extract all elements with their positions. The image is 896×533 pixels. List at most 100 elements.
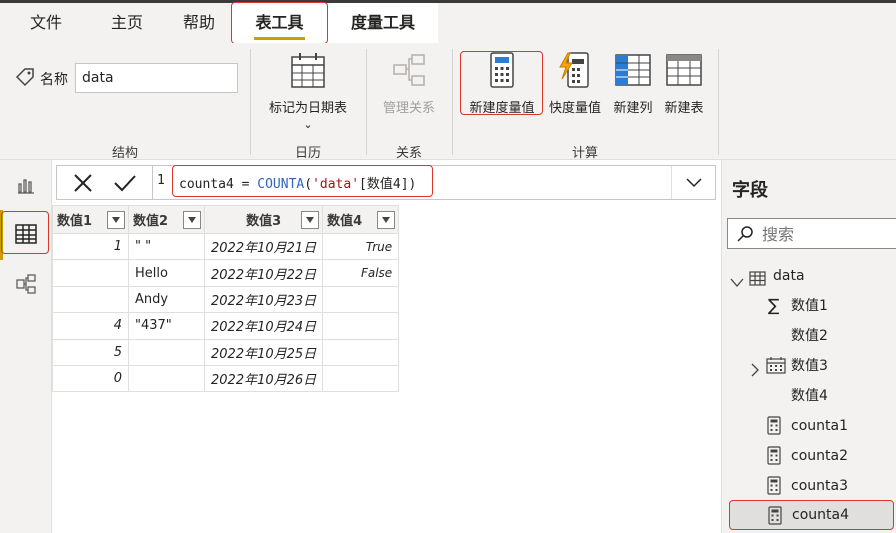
table-cell[interactable]: True	[322, 232, 400, 261]
field-label: 数值1	[791, 298, 828, 314]
filter-dropdown-icon[interactable]	[377, 211, 396, 229]
table-cell[interactable]: " "	[128, 232, 205, 261]
formula-editor[interactable]: counta4 = COUNTA('data'[数值4])	[179, 173, 416, 192]
data-table: 数值1 数值2 数值3 数值4 1 " " 2022年10月21日 True H…	[52, 205, 400, 393]
table-cell[interactable]	[52, 285, 129, 314]
model-view-button[interactable]	[6, 264, 46, 304]
table-cell[interactable]	[322, 338, 400, 366]
tag-icon	[14, 67, 36, 93]
tab-help[interactable]: 帮助	[161, 3, 237, 43]
table-cell[interactable]: 0	[52, 364, 129, 393]
mark-as-date-table-label: 标记为日期表	[268, 101, 347, 116]
column-header[interactable]: 数值3	[203, 205, 324, 234]
close-icon	[74, 173, 92, 192]
manage-relationships-button[interactable]: 管理关系	[374, 51, 444, 116]
table-cell[interactable]: 1	[52, 232, 129, 261]
quick-measure-button[interactable]: 快度量值	[543, 51, 607, 116]
table-cell[interactable]	[322, 312, 400, 340]
measure-label: counta2	[791, 448, 848, 464]
table-row: 5 2022年10月25日	[52, 338, 400, 366]
field-item[interactable]: 数值2	[762, 322, 890, 350]
filter-dropdown-icon[interactable]	[301, 211, 320, 229]
formula-line-number: 1	[157, 173, 165, 188]
view-rail	[0, 160, 52, 533]
table-name: data	[773, 268, 805, 284]
table-row: 4 "437" 2022年10月24日	[52, 312, 400, 340]
cancel-formula-button[interactable]	[63, 166, 103, 199]
calculator-icon	[767, 446, 781, 475]
tab-file[interactable]: 文件	[8, 3, 84, 43]
calculator-icon	[462, 51, 542, 93]
table-cell[interactable]	[128, 338, 205, 366]
sigma-icon: ∑	[768, 296, 780, 316]
commit-formula-button[interactable]	[105, 166, 145, 199]
table-cell[interactable]: 2022年10月24日	[203, 312, 324, 340]
new-measure-button[interactable]: 新建度量值	[462, 51, 542, 116]
menu-bar: 文件 主页 帮助 表工具 度量工具	[0, 3, 896, 43]
table-cell[interactable]: 4	[52, 312, 129, 340]
column-header[interactable]: 数值2	[128, 205, 205, 234]
group-label-relations: 关系	[395, 146, 422, 161]
checkmark-icon	[114, 174, 136, 191]
table-cell[interactable]	[52, 259, 129, 287]
quick-measure-label: 快度量值	[548, 101, 601, 116]
column-header[interactable]: 数值4	[322, 205, 400, 234]
formula-equals: =	[233, 177, 258, 192]
table-cell[interactable]: 5	[52, 338, 129, 366]
ribbon-separator	[366, 49, 367, 155]
measure-item[interactable]: counta1	[762, 412, 890, 440]
fields-pane: 字段 data ∑ 数值1 数值2 数值3 数值4 counta1 counta…	[721, 160, 896, 533]
table-cell[interactable]: "437"	[128, 312, 205, 340]
tab-table-tools[interactable]: 表工具	[232, 3, 327, 43]
filter-dropdown-icon[interactable]	[107, 211, 125, 229]
report-view-button[interactable]	[6, 165, 46, 205]
measure-item[interactable]: counta2	[762, 442, 890, 470]
fields-search-input[interactable]	[762, 222, 892, 246]
measure-label: counta4	[792, 507, 849, 523]
expand-formula-button[interactable]	[671, 166, 715, 199]
formula-divider	[152, 166, 153, 199]
active-view-indicator	[0, 210, 3, 260]
field-item[interactable]: ∑ 数值1	[762, 292, 890, 320]
data-view-button[interactable]	[6, 214, 46, 254]
new-column-icon	[608, 51, 658, 93]
table-row: 0 2022年10月26日	[52, 364, 400, 393]
filter-dropdown-icon[interactable]	[183, 211, 201, 229]
formula-function: COUNTA	[257, 177, 305, 192]
table-cell[interactable]: 2022年10月25日	[203, 338, 324, 366]
table-cell[interactable]: Hello	[128, 259, 205, 287]
table-name-input[interactable]	[75, 63, 238, 93]
table-cell[interactable]: 2022年10月26日	[203, 364, 324, 393]
new-table-button[interactable]: 新建表	[659, 51, 709, 116]
manage-relationships-label: 管理关系	[382, 101, 435, 116]
field-item[interactable]: 数值4	[762, 382, 890, 410]
fields-search[interactable]	[727, 218, 896, 249]
new-column-button[interactable]: 新建列	[608, 51, 658, 116]
ribbon-separator	[718, 49, 719, 155]
calculator-icon	[767, 416, 781, 445]
field-item[interactable]: 数值3	[750, 352, 890, 380]
model-icon	[16, 274, 36, 294]
group-label-calendar: 日历	[294, 146, 321, 161]
formula-open-paren: (	[304, 177, 313, 192]
table-cell[interactable]: 2022年10月22日	[203, 259, 324, 287]
formula-column-ref: [数值4]	[359, 177, 409, 192]
table-cell[interactable]: Andy	[128, 285, 205, 314]
tab-measure-tools[interactable]: 度量工具	[328, 3, 438, 43]
table-grid-icon	[15, 224, 37, 244]
calendar-icon	[766, 356, 786, 384]
table-cell[interactable]: False	[322, 259, 400, 287]
table-cell[interactable]	[322, 364, 400, 393]
table-node-data[interactable]: data	[730, 262, 890, 290]
column-header[interactable]: 数值1	[52, 205, 129, 234]
table-cell[interactable]	[128, 364, 205, 393]
name-label: 名称	[40, 72, 68, 88]
measure-item[interactable]: counta3	[762, 472, 890, 500]
table-cell[interactable]	[322, 285, 400, 314]
table-cell[interactable]: 2022年10月23日	[203, 285, 324, 314]
tab-home[interactable]: 主页	[89, 3, 165, 43]
mark-as-date-table-button[interactable]: 标记为日期表 ⌄	[258, 51, 358, 131]
table-cell[interactable]: 2022年10月21日	[203, 232, 324, 261]
bar-chart-icon	[18, 179, 34, 194]
measure-item-selected[interactable]: counta4	[729, 500, 894, 530]
